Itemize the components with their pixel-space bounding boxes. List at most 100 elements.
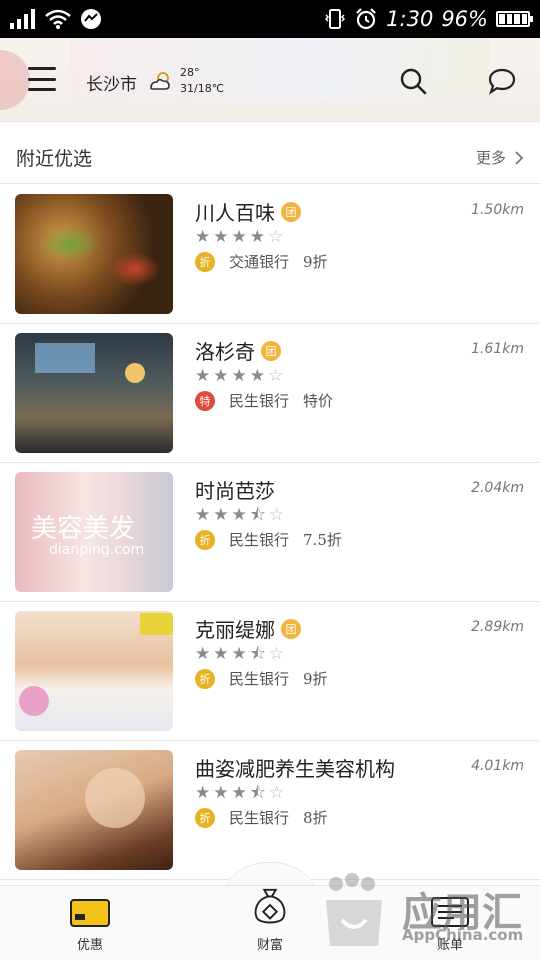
notification-icon	[81, 9, 101, 29]
star-full-icon: ★	[213, 366, 229, 386]
star-rating: ★ ★ ★ ★ ☆	[195, 227, 283, 247]
merchant-name: 洛杉奇 团	[195, 336, 281, 365]
top-header: 长沙市 28° 31/18℃	[0, 38, 540, 122]
bank-offer: 折 民生银行 8折	[195, 807, 328, 828]
star-full-icon: ★	[195, 783, 211, 803]
city-selector[interactable]: 长沙市	[86, 70, 137, 95]
bank-name: 交通银行	[229, 253, 290, 271]
distance: 1.61km	[471, 341, 524, 357]
discount-badge: 折	[195, 251, 215, 272]
card-icon	[70, 899, 110, 927]
discount-badge: 折	[195, 529, 215, 550]
merchant-name: 时尚芭莎	[195, 479, 275, 503]
group-buy-badge: 团	[281, 201, 301, 222]
tab-wealth[interactable]: 财富	[210, 886, 330, 960]
star-full-icon: ★	[231, 366, 247, 386]
watermark-logo-icon	[326, 873, 382, 946]
distance: 2.89km	[471, 619, 524, 635]
photo-site: dianping.com	[49, 542, 145, 558]
bank-name: 民生银行	[229, 531, 290, 549]
bank-offer: 折 民生银行 9折	[195, 668, 328, 689]
star-full-icon: ★	[213, 227, 229, 247]
status-bar: 1:30 96%	[0, 0, 540, 38]
list-item[interactable]: 洛杉奇 团 1.61km ★ ★ ★ ★ ☆ 特 民生银行 特价	[0, 324, 540, 463]
money-bag-icon	[254, 888, 286, 924]
watermark-subtext: AppChina.com	[402, 926, 524, 944]
star-half-icon: ⯪	[249, 783, 266, 803]
star-rating: ★ ★ ★ ⯪ ☆	[195, 783, 284, 803]
discount-badge: 折	[195, 668, 215, 689]
offer-value: 9折	[303, 253, 328, 271]
star-full-icon: ★	[231, 783, 247, 803]
battery-icon	[496, 11, 533, 27]
merchant-photo	[15, 750, 173, 870]
merchant-photo	[15, 333, 173, 453]
distance: 2.04km	[471, 480, 524, 496]
star-empty-icon: ☆	[268, 644, 285, 664]
bank-name: 民生银行	[229, 809, 290, 827]
tab-deals-label: 优惠	[76, 938, 103, 953]
merchant-name: 克丽缇娜 团	[195, 614, 301, 643]
star-empty-icon: ☆	[268, 227, 284, 247]
star-full-icon: ★	[249, 366, 265, 386]
merchant-photo	[15, 194, 173, 314]
merchant-list: 川人百味 团 1.50km ★ ★ ★ ★ ☆ 折 交通银行 9折 洛杉奇 团	[0, 185, 540, 880]
bank-offer: 特 民生银行 特价	[195, 390, 333, 411]
battery-percent: 96%	[441, 7, 488, 31]
partly-cloudy-icon	[150, 72, 170, 90]
star-half-icon: ⯪	[249, 505, 266, 525]
offer-value: 8折	[303, 809, 328, 827]
photo-title: 美容美发	[31, 514, 136, 544]
search-icon[interactable]	[398, 66, 428, 96]
app-screen: 1:30 96% 长沙市 28° 31/18℃ 附近优选 更多 川人百味 团 1…	[0, 0, 540, 960]
star-empty-icon: ☆	[268, 505, 285, 525]
signal-icon	[10, 9, 35, 29]
tab-deals[interactable]: 优惠	[30, 886, 150, 960]
star-full-icon: ★	[195, 644, 211, 664]
star-full-icon: ★	[195, 505, 211, 525]
star-rating: ★ ★ ★ ⯪ ☆	[195, 644, 284, 664]
star-full-icon: ★	[231, 505, 247, 525]
temperature: 28° 31/18℃	[180, 66, 225, 95]
star-full-icon: ★	[213, 644, 229, 664]
chevron-right-icon	[515, 150, 524, 165]
merchant-name: 川人百味 团	[195, 197, 301, 226]
star-full-icon: ★	[231, 644, 247, 664]
star-full-icon: ★	[213, 783, 229, 803]
list-item[interactable]: 川人百味 团 1.50km ★ ★ ★ ★ ☆ 折 交通银行 9折	[0, 185, 540, 324]
nearby-section-header: 附近优选 更多	[0, 132, 540, 184]
merchant-photo: 美容美发 dianping.com	[15, 472, 173, 592]
wifi-icon	[45, 9, 71, 29]
star-full-icon: ★	[231, 227, 247, 247]
more-link[interactable]: 更多	[476, 147, 524, 168]
vibrate-icon	[325, 9, 346, 29]
offer-value: 7.5折	[303, 531, 342, 549]
star-empty-icon: ☆	[268, 366, 284, 386]
star-full-icon: ★	[195, 227, 211, 247]
menu-icon[interactable]	[28, 67, 56, 91]
group-buy-badge: 团	[281, 618, 301, 639]
message-icon[interactable]	[487, 66, 517, 96]
alarm-icon	[356, 8, 376, 30]
section-title: 附近优选	[16, 148, 93, 170]
star-empty-icon: ☆	[268, 783, 285, 803]
list-item[interactable]: 曲姿减肥养生美容机构 4.01km ★ ★ ★ ⯪ ☆ 折 民生银行 8折	[0, 741, 540, 880]
star-full-icon: ★	[213, 505, 229, 525]
list-item[interactable]: 克丽缇娜 团 2.89km ★ ★ ★ ⯪ ☆ 折 民生银行 9折	[0, 602, 540, 741]
star-full-icon: ★	[249, 227, 265, 247]
bank-offer: 折 交通银行 9折	[195, 251, 328, 272]
special-badge: 特	[195, 390, 215, 411]
star-full-icon: ★	[195, 366, 211, 386]
distance: 1.50km	[471, 202, 524, 218]
clock: 1:30	[386, 7, 434, 31]
more-label: 更多	[475, 149, 506, 167]
discount-badge: 折	[195, 807, 215, 828]
bank-name: 民生银行	[229, 392, 290, 410]
group-buy-badge: 团	[261, 340, 281, 361]
list-item[interactable]: 美容美发 dianping.com 时尚芭莎 2.04km ★ ★ ★ ⯪ ☆ …	[0, 463, 540, 602]
star-rating: ★ ★ ★ ⯪ ☆	[195, 505, 284, 525]
banner-decoration	[0, 50, 30, 110]
offer-value: 特价	[303, 392, 334, 410]
tab-wealth-label: 财富	[256, 938, 283, 953]
bank-offer: 折 民生银行 7.5折	[195, 529, 342, 550]
